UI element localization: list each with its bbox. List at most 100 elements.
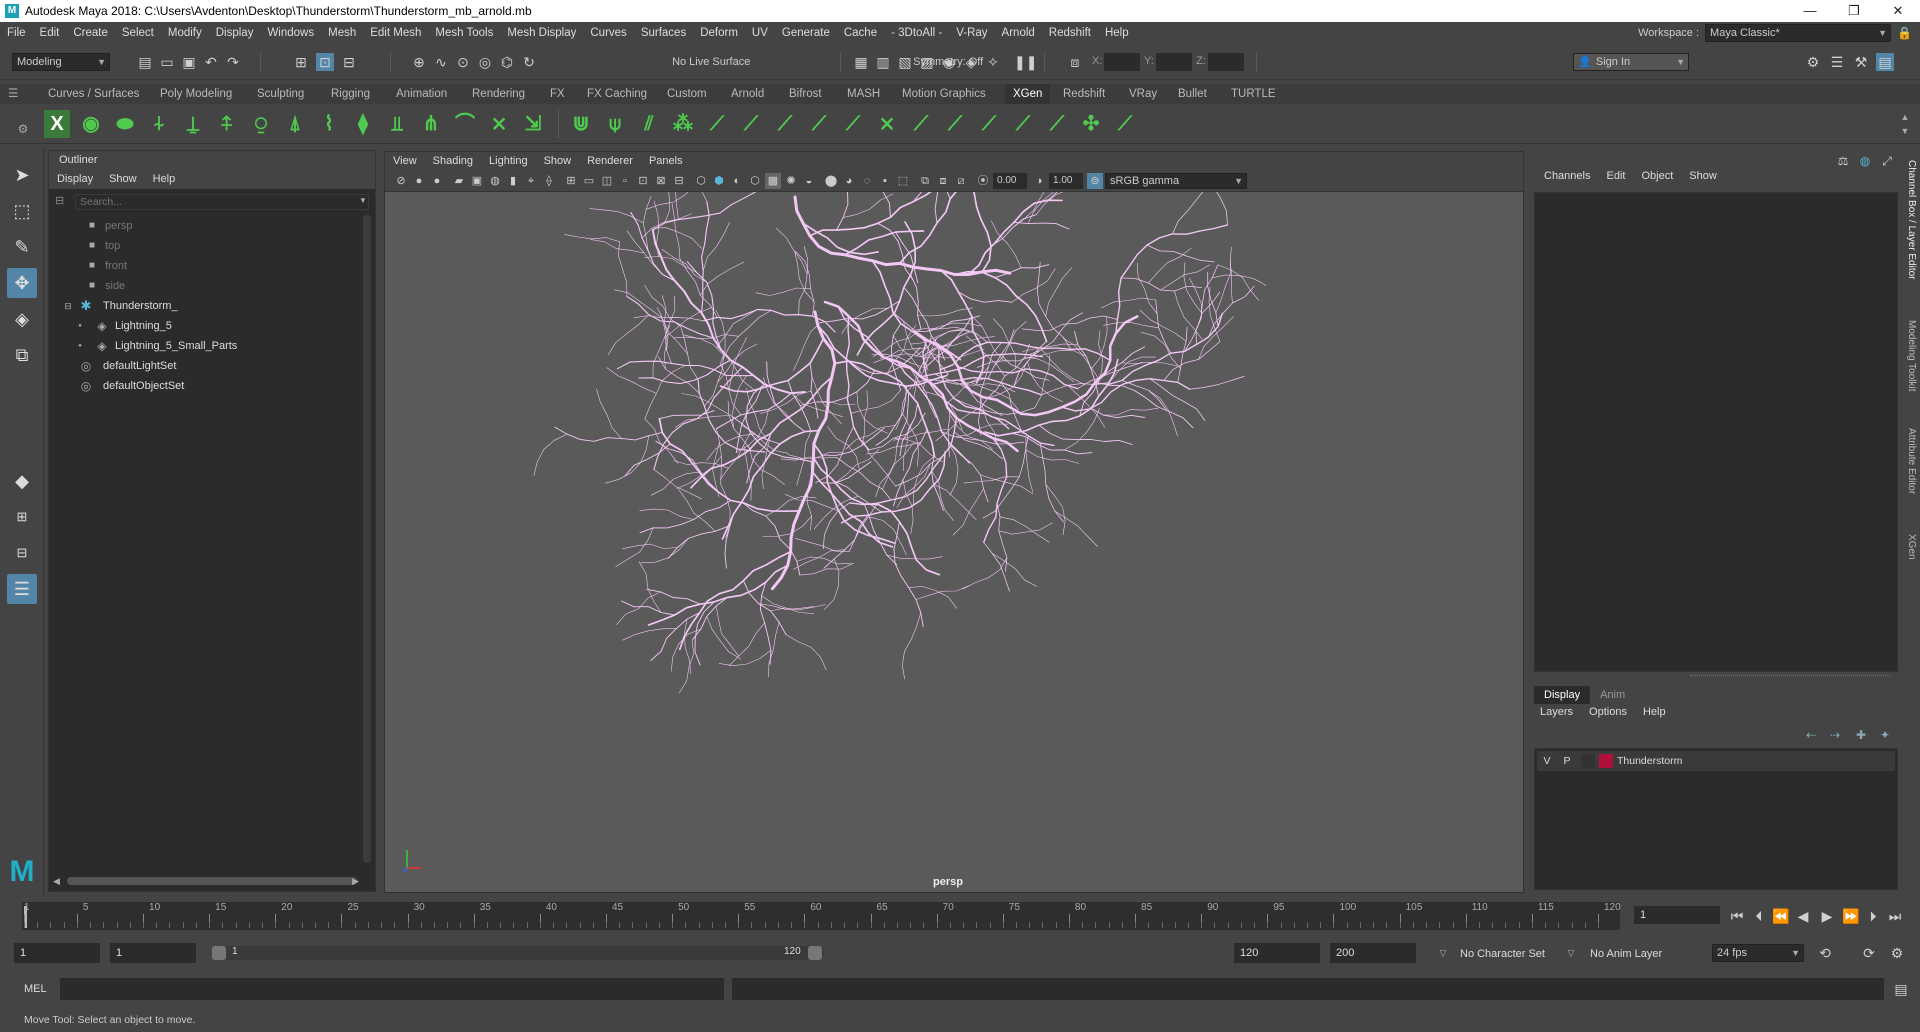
layer-name[interactable]: Thunderstorm [1617, 755, 1682, 767]
menu-select[interactable]: Select [115, 27, 161, 39]
grease-pencil-icon[interactable]: ▮ [505, 173, 521, 189]
shelf-tab-poly-modeling[interactable]: Poly Modeling [160, 84, 232, 104]
minimize-button[interactable]: — [1788, 3, 1832, 19]
menu-edit-mesh[interactable]: Edit Mesh [363, 27, 428, 39]
layer-playback-toggle[interactable]: P [1557, 755, 1577, 767]
outliner-item-default-object-set[interactable]: ◎ defaultObjectSet [49, 376, 359, 396]
go-to-start-icon[interactable]: ⏮ [1728, 907, 1746, 925]
layer-row-thunderstorm[interactable]: V P Thunderstorm [1537, 751, 1895, 771]
live-surface-field[interactable]: No Live Surface [667, 53, 766, 71]
shelf-tab-xgen[interactable]: XGen [1005, 84, 1051, 104]
xgen-groom-icon[interactable]: ⌇ [316, 110, 342, 138]
outliner-item-side[interactable]: ■ side [49, 276, 359, 296]
menu-3dtoall[interactable]: - 3DtoAll - [884, 27, 949, 39]
default-material-icon[interactable]: ◐ [729, 173, 745, 189]
wireframe-on-shaded-icon[interactable]: ⬡ [693, 173, 709, 189]
viewport-menu-panels[interactable]: Panels [641, 155, 691, 167]
viewport-menu-renderer[interactable]: Renderer [579, 155, 641, 167]
select-object-icon[interactable]: ⊡ [316, 53, 334, 71]
field-chart-icon[interactable]: ◫ [599, 173, 615, 189]
camera-attributes-icon[interactable]: ● [429, 173, 445, 189]
layer-color-swatch[interactable] [1599, 754, 1613, 768]
pause-icon[interactable]: ❚❚ [1014, 53, 1037, 71]
shelf-tab-motion-graphics[interactable]: Motion Graphics [902, 84, 986, 104]
shelf-tab-fx[interactable]: FX [550, 84, 565, 104]
exposure-field[interactable]: 0.00 [993, 173, 1027, 189]
xgen-modifier-icon[interactable]: ⫫ [384, 110, 410, 138]
select-hierarchy-icon[interactable]: ⊞ [292, 53, 310, 71]
xgen-clump-icon[interactable]: ⋔ [418, 110, 444, 138]
animation-end-field[interactable]: 200 [1330, 943, 1416, 963]
color-space-dropdown[interactable]: sRGB gamma ▼ [1105, 173, 1247, 189]
select-component-icon[interactable]: ⊟ [340, 53, 358, 71]
scale-tool-icon[interactable]: ⧉ [7, 340, 37, 370]
outliner-item-front[interactable]: ■ front [49, 256, 359, 276]
hypershade-icon[interactable]: ◉ [940, 53, 958, 71]
shelf-settings-icon[interactable]: ⚙ [14, 120, 32, 138]
menu-curves[interactable]: Curves [583, 27, 633, 39]
select-tool-icon[interactable]: ➤ [7, 160, 37, 190]
xgen-add-guide-icon[interactable]: ⍊ [180, 110, 206, 138]
channel-box-menu-channels[interactable]: Channels [1536, 170, 1598, 182]
shadows-icon[interactable]: ◒ [801, 173, 817, 189]
maximize-button[interactable]: ❐ [1832, 3, 1876, 19]
xgen-select-icon[interactable]: ✣ [1078, 110, 1104, 138]
shelf-scroll-down-icon[interactable]: ▼ [1896, 122, 1914, 140]
command-input[interactable] [60, 978, 724, 1000]
menu-display[interactable]: Display [209, 27, 261, 39]
new-layer-selected-icon[interactable]: ✦ [1876, 726, 1894, 744]
range-start-handle[interactable] [212, 946, 226, 960]
shelf-tab-turtle[interactable]: TURTLE [1231, 84, 1276, 104]
tool-settings-icon[interactable]: ⚒ [1852, 53, 1870, 71]
playback-end-field[interactable]: 120 [1234, 943, 1320, 963]
shelf-tab-curves-surfaces[interactable]: Curves / Surfaces [48, 84, 139, 104]
outliner-vertical-scrollbar[interactable] [363, 215, 371, 863]
step-forward-key-icon[interactable]: ⏩ [1842, 907, 1860, 925]
xgen-layers-icon[interactable]: ⧫ [350, 110, 376, 138]
tab-display[interactable]: Display [1534, 686, 1591, 704]
step-forward-frame-icon[interactable]: ⏵ [1864, 907, 1882, 925]
go-to-end-icon[interactable]: ⏭ [1886, 907, 1904, 925]
side-tab-xgen[interactable]: XGen [1906, 534, 1917, 560]
move-layer-down-icon[interactable]: ⇢ [1826, 726, 1844, 744]
gate-mask-icon[interactable]: ▭ [581, 173, 597, 189]
outliner-horizontal-scrollbar[interactable] [67, 877, 357, 885]
outliner-item-thunderstorm[interactable]: ⊟ ✱ Thunderstorm_ [49, 296, 359, 316]
scroll-left-icon[interactable]: ◀ [53, 876, 60, 887]
shelf-tab-rigging[interactable]: Rigging [331, 84, 370, 104]
xray-icon[interactable]: ▩ [765, 173, 781, 189]
textured-icon[interactable]: ⬡ [747, 173, 763, 189]
xgen-cut-icon[interactable]: ⨯ [486, 110, 512, 138]
xgen-twist-icon[interactable]: ⟋ [976, 110, 1002, 138]
script-editor-icon[interactable]: ▤ [1892, 980, 1910, 998]
channel-box-menu-object[interactable]: Object [1633, 170, 1681, 182]
xray-active-icon[interactable]: ⧈ [935, 173, 951, 189]
xgen-repel-icon[interactable]: ⟋ [942, 110, 968, 138]
current-frame-field[interactable]: 1 [1634, 906, 1720, 924]
collapse-icon[interactable]: ⊟ [61, 296, 75, 316]
bookmarks-icon[interactable]: ▰ [451, 173, 467, 189]
xgen-create-description-icon[interactable]: ⬬ [112, 110, 138, 138]
viewport-menu-view[interactable]: View [385, 155, 425, 167]
menu-mesh[interactable]: Mesh [321, 27, 363, 39]
light-editor-icon[interactable]: ✧ [984, 53, 1002, 71]
viewport-menu-shading[interactable]: Shading [425, 155, 481, 167]
outliner-search-input[interactable] [75, 194, 369, 210]
mode-dropdown[interactable]: Modeling ▼ [12, 53, 110, 71]
shelf-tab-custom[interactable]: Custom [667, 84, 707, 104]
outliner-item-lightning-5-small-parts[interactable]: ● ◈ Lightning_5_Small_Parts [49, 336, 359, 356]
auto-key-icon[interactable]: ⟳ [1860, 944, 1878, 962]
layer-menu-options[interactable]: Options [1589, 706, 1635, 718]
loop-icon[interactable]: ⟲ [1816, 944, 1834, 962]
shelf-tab-animation[interactable]: Animation [396, 84, 447, 104]
side-tab-channel-box[interactable]: Channel Box / Layer Editor [1906, 160, 1917, 280]
animation-preferences-icon[interactable]: ⚙ [1888, 944, 1906, 962]
xgen-preview-icon[interactable]: ◉ [78, 110, 104, 138]
filter-icon[interactable]: ⊟ [55, 194, 64, 207]
select-camera-icon[interactable]: ⊘ [393, 173, 409, 189]
menu-surfaces[interactable]: Surfaces [634, 27, 693, 39]
menu-cache[interactable]: Cache [837, 27, 884, 39]
channel-box-toggle-icon[interactable]: ⚖ [1834, 152, 1852, 170]
smooth-shade-all-icon[interactable]: ⬢ [711, 173, 727, 189]
menu-mesh-display[interactable]: Mesh Display [500, 27, 583, 39]
